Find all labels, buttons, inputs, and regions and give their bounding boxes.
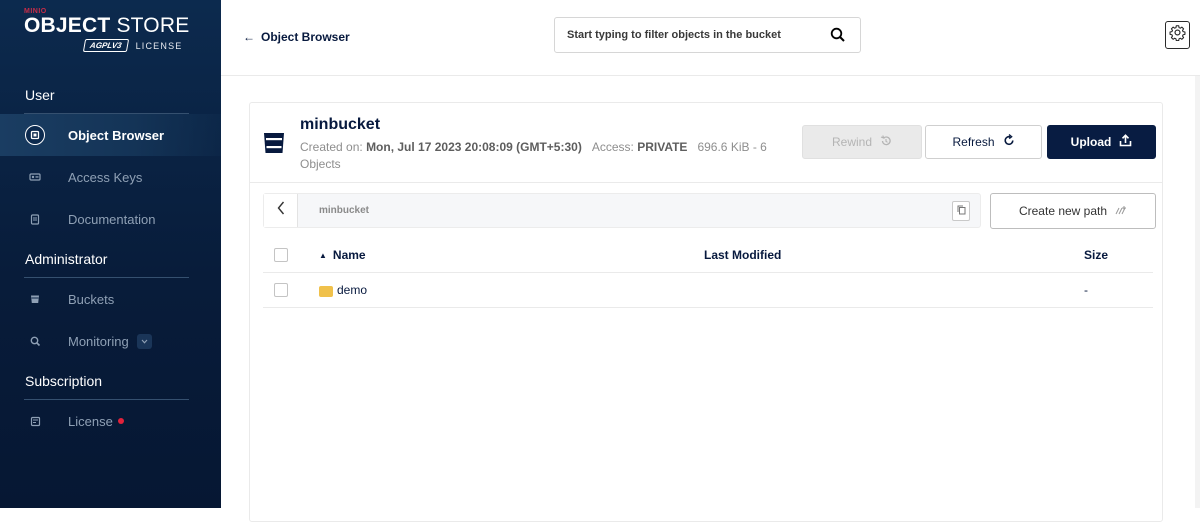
new-path-icon — [1115, 204, 1127, 218]
bucket-icon — [263, 131, 285, 160]
notification-dot-icon — [117, 418, 124, 424]
section-title-user: User — [0, 76, 221, 114]
sidebar-item-label: Monitoring — [68, 333, 129, 349]
chevron-left-icon — [277, 201, 285, 220]
back-link-label: Object Browser — [261, 30, 350, 44]
sidebar-item-label: Object Browser — [68, 127, 165, 143]
chevron-down-icon[interactable] — [136, 333, 152, 349]
copy-path-button[interactable] — [952, 201, 970, 221]
sidebar: MINIO OBJECT STORE AGPLV3 LICENSE User O… — [0, 0, 221, 508]
bucket-panel: minbucket Created on: Mon, Jul 17 2023 2… — [249, 102, 1163, 522]
documentation-icon — [25, 209, 45, 229]
main-content: minbucket Created on: Mon, Jul 17 2023 2… — [221, 76, 1200, 522]
sidebar-item-label: Documentation — [68, 211, 156, 227]
sidebar-item-documentation[interactable]: Documentation — [0, 198, 221, 240]
top-bar: ← Object Browser — [221, 0, 1200, 76]
row-checkbox[interactable] — [274, 283, 288, 297]
access-keys-icon — [25, 167, 45, 187]
column-name[interactable]: ▲ Name — [319, 248, 704, 262]
current-path[interactable]: minbucket — [319, 205, 369, 216]
folder-icon — [319, 285, 333, 297]
copy-icon — [957, 202, 966, 220]
sidebar-item-label: License — [68, 413, 113, 429]
column-last-modified[interactable]: Last Modified — [704, 248, 1084, 262]
search-icon[interactable] — [830, 27, 846, 48]
refresh-icon — [1003, 134, 1015, 150]
created-date: Mon, Jul 17 2023 20:08:09 (GMT+5:30) — [366, 140, 582, 154]
object-name: demo — [337, 283, 368, 297]
sidebar-item-license[interactable]: License — [0, 400, 221, 442]
select-all-checkbox[interactable] — [274, 248, 288, 262]
settings-button[interactable] — [1165, 21, 1190, 49]
refresh-button[interactable]: Refresh — [925, 125, 1042, 159]
bucket-details: Created on: Mon, Jul 17 2023 20:08:09 (G… — [300, 140, 767, 171]
scrollbar[interactable] — [1195, 76, 1200, 508]
objects-table: ▲ Name Last Modified Size demo - — [263, 238, 1153, 308]
access-level: PRIVATE — [637, 140, 688, 154]
sidebar-item-label: Access Keys — [68, 169, 143, 185]
table-header: ▲ Name Last Modified Size — [263, 238, 1153, 273]
column-size[interactable]: Size — [1084, 248, 1144, 262]
buckets-icon — [25, 289, 45, 309]
gear-icon — [1169, 24, 1186, 46]
search-input[interactable] — [567, 29, 827, 41]
table-row[interactable]: demo - — [263, 273, 1153, 308]
sidebar-item-monitoring[interactable]: Monitoring — [0, 320, 221, 362]
rewind-button[interactable]: Rewind — [802, 125, 922, 159]
object-browser-icon — [25, 125, 45, 145]
license-icon — [25, 411, 45, 431]
sidebar-item-access-keys[interactable]: Access Keys — [0, 156, 221, 198]
app-logo[interactable]: MINIO OBJECT STORE AGPLV3 LICENSE — [0, 0, 221, 76]
bucket-header: minbucket Created on: Mon, Jul 17 2023 2… — [250, 103, 1162, 183]
sidebar-item-object-browser[interactable]: Object Browser — [0, 114, 221, 156]
create-new-path-button[interactable]: Create new path — [990, 193, 1156, 229]
object-filter-search[interactable] — [554, 17, 861, 53]
path-back-button[interactable] — [264, 194, 298, 227]
agpl-badge: AGPLV3 — [82, 39, 129, 52]
monitoring-icon — [25, 331, 45, 351]
section-title-subscription: Subscription — [0, 362, 221, 400]
object-size: - — [1084, 283, 1088, 297]
arrow-left-icon: ← — [243, 30, 255, 44]
breadcrumb: minbucket — [263, 193, 981, 228]
license-label: LICENSE — [135, 40, 183, 51]
upload-icon — [1119, 134, 1132, 150]
brand-title: OBJECT STORE — [24, 14, 190, 37]
sidebar-item-label: Buckets — [68, 291, 115, 307]
back-to-object-browser-link[interactable]: ← Object Browser — [243, 30, 350, 44]
upload-button[interactable]: Upload — [1047, 125, 1156, 159]
section-title-administrator: Administrator — [0, 240, 221, 278]
history-icon — [880, 134, 892, 150]
sidebar-item-buckets[interactable]: Buckets — [0, 278, 221, 320]
sort-ascending-icon: ▲ — [319, 250, 327, 260]
bucket-name: minbucket — [300, 116, 381, 133]
